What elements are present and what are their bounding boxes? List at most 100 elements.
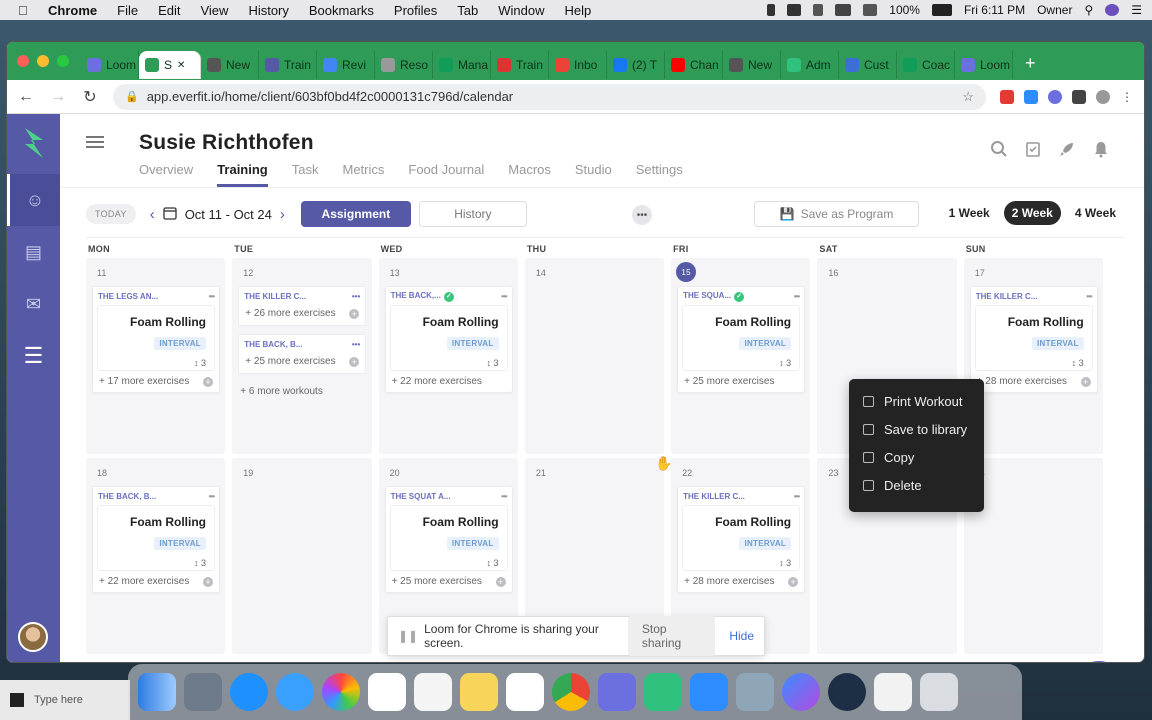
assignment-button[interactable]: Assignment (300, 201, 411, 227)
minimize-window-button[interactable] (37, 55, 49, 67)
browser-tab[interactable]: Train (259, 51, 317, 79)
wifi-icon[interactable] (835, 4, 852, 16)
day-cell[interactable]: 19 (232, 458, 372, 654)
avatar[interactable] (18, 622, 48, 652)
sidebar-toggle-icon[interactable] (86, 136, 104, 148)
extension-zoom-icon[interactable] (1024, 89, 1038, 104)
history-button[interactable]: History (418, 201, 527, 227)
tab-food-journal[interactable]: Food Journal (408, 162, 484, 187)
nav-menu-icon[interactable]: ☰ (7, 330, 60, 382)
browser-tab[interactable]: Coac (897, 51, 955, 79)
card-menu-icon[interactable]: ••• (501, 492, 507, 501)
chat-launcher-button[interactable] (1072, 661, 1126, 662)
menu-history[interactable]: History (248, 3, 288, 18)
more-exercises[interactable]: + 25 more exercises (684, 376, 774, 387)
messages-icon[interactable] (276, 673, 314, 711)
zoom-window-button[interactable] (57, 55, 69, 67)
menu-help[interactable]: Help (565, 3, 592, 18)
drag-handle-icon[interactable]: ❚❚ (398, 629, 418, 643)
profile-icon[interactable] (1096, 89, 1110, 104)
photos-icon[interactable] (322, 673, 360, 711)
menu-tab[interactable]: Tab (457, 3, 478, 18)
add-exercise-icon[interactable]: + (495, 576, 506, 587)
notes-icon[interactable] (460, 673, 498, 711)
exercise-item[interactable]: Foam Rolling INTERVAL ↕ 3 (389, 305, 508, 371)
exercise-item[interactable]: Foam Rolling INTERVAL ↕ 3 (97, 505, 215, 571)
card-menu-icon[interactable]: ••• (209, 492, 215, 501)
menu-bookmarks[interactable]: Bookmarks (309, 3, 374, 18)
menu-view[interactable]: View (200, 3, 228, 18)
chrome-menu-icon[interactable]: ⋮ (1120, 90, 1134, 104)
volume-icon[interactable] (863, 4, 878, 16)
browser-tab[interactable]: Loom (81, 51, 139, 79)
preview-icon[interactable] (736, 673, 774, 711)
workout-card[interactable]: THE SQUA... ✓ ••• Foam Rolling INTERVAL ↕ … (677, 286, 806, 393)
extension-loom-icon[interactable] (1048, 89, 1062, 104)
tab-macros[interactable]: Macros (508, 162, 551, 187)
menu-item-save-to-library[interactable]: Save to library (849, 415, 984, 443)
browser-tab[interactable]: Reso (375, 51, 433, 79)
trash-icon[interactable] (920, 673, 958, 711)
browser-tab[interactable]: Train (491, 51, 549, 79)
exercise-item[interactable]: Foam Rolling INTERVAL ↕ 3 (682, 505, 801, 571)
add-exercise-icon[interactable]: + (788, 576, 799, 587)
more-exercises[interactable]: + 17 more exercises (99, 376, 189, 387)
nav-inbox-icon[interactable]: ✉ (7, 278, 60, 330)
chrome-icon[interactable] (552, 673, 590, 711)
day-cell[interactable]: 13 THE BACK,... ✓ ••• Foam Rolling INTERVA… (378, 258, 518, 454)
browser-tab[interactable]: Loom (955, 51, 1013, 79)
more-exercises[interactable]: + 22 more exercises (99, 576, 189, 587)
siri-icon[interactable] (1105, 4, 1120, 16)
add-exercise-icon[interactable]: + (349, 356, 360, 367)
everfit-logo-icon[interactable] (21, 126, 47, 160)
more-options-icon[interactable]: ••• (632, 205, 652, 225)
calendar-icon[interactable] (163, 206, 177, 223)
day-cell[interactable]: 17 THE KILLER C... ••• Foam Rolling INTER… (963, 258, 1103, 454)
user-name[interactable]: Owner (1037, 3, 1072, 17)
browser-tab[interactable]: S ✕ (139, 51, 201, 79)
browser-tab[interactable]: Revi (317, 51, 375, 79)
apple-icon[interactable]:  (18, 3, 34, 18)
exercise-item[interactable]: Foam Rolling INTERVAL ↕ 3 (389, 505, 508, 571)
clock[interactable]: Fri 6:11 PM (964, 3, 1025, 17)
hide-button[interactable]: Hide (729, 629, 754, 643)
browser-tab[interactable]: Adm (781, 51, 839, 79)
menu-window[interactable]: Window (498, 3, 544, 18)
pdf-file-icon[interactable] (874, 673, 912, 711)
extensions-puzzle-icon[interactable] (1072, 89, 1086, 104)
bluetooth-icon[interactable] (813, 4, 824, 16)
card-menu-icon[interactable]: ••• (501, 292, 507, 301)
browser-tab[interactable]: New (201, 51, 259, 79)
search-icon[interactable] (990, 140, 1008, 158)
more-exercises[interactable]: + 22 more exercises (392, 376, 482, 387)
close-tab-icon[interactable]: ✕ (177, 60, 185, 71)
save-as-program-button[interactable]: 💾 Save as Program (754, 201, 919, 227)
zoom-icon[interactable] (690, 673, 728, 711)
tab-training[interactable]: Training (217, 162, 268, 187)
browser-tab[interactable]: (2) T (607, 51, 665, 79)
browser-tab[interactable]: New (723, 51, 781, 79)
new-tab-button[interactable]: + (1025, 53, 1036, 74)
menu-item-print-workout[interactable]: Print Workout (849, 387, 984, 415)
prev-week-icon[interactable]: ‹ (150, 206, 155, 223)
add-exercise-icon[interactable]: + (203, 376, 213, 387)
menu-profiles[interactable]: Profiles (394, 3, 437, 18)
menu-app-name[interactable]: Chrome (48, 3, 97, 18)
close-window-button[interactable] (17, 55, 29, 67)
next-week-icon[interactable]: › (280, 206, 285, 223)
address-bar[interactable]: 🔒 app.everfit.io/home/client/603bf0bd4f2… (113, 83, 986, 110)
browser-tab[interactable]: Inbo (549, 51, 607, 79)
task-check-icon[interactable] (1024, 140, 1042, 158)
exercise-item[interactable]: Foam Rolling INTERVAL ↕ 3 (682, 305, 801, 371)
exercise-item[interactable]: Foam Rolling INTERVAL ↕ 3 (974, 305, 1093, 371)
messenger-icon[interactable] (782, 673, 820, 711)
forward-arrow-icon[interactable]: → (49, 88, 67, 106)
rocket-icon[interactable] (1058, 140, 1076, 158)
workout-card[interactable]: THE BACK, B... ••• Foam Rolling INTERVAL … (92, 486, 220, 593)
browser-tab[interactable]: Cust (839, 51, 897, 79)
battery-icon[interactable] (931, 4, 952, 16)
record-icon[interactable] (787, 4, 802, 16)
today-button[interactable]: TODAY (86, 204, 136, 224)
card-menu-icon[interactable]: ••• (352, 340, 360, 349)
day-cell[interactable]: 11 THE LEGS AN... ••• Foam Rolling INTERV… (86, 258, 226, 454)
